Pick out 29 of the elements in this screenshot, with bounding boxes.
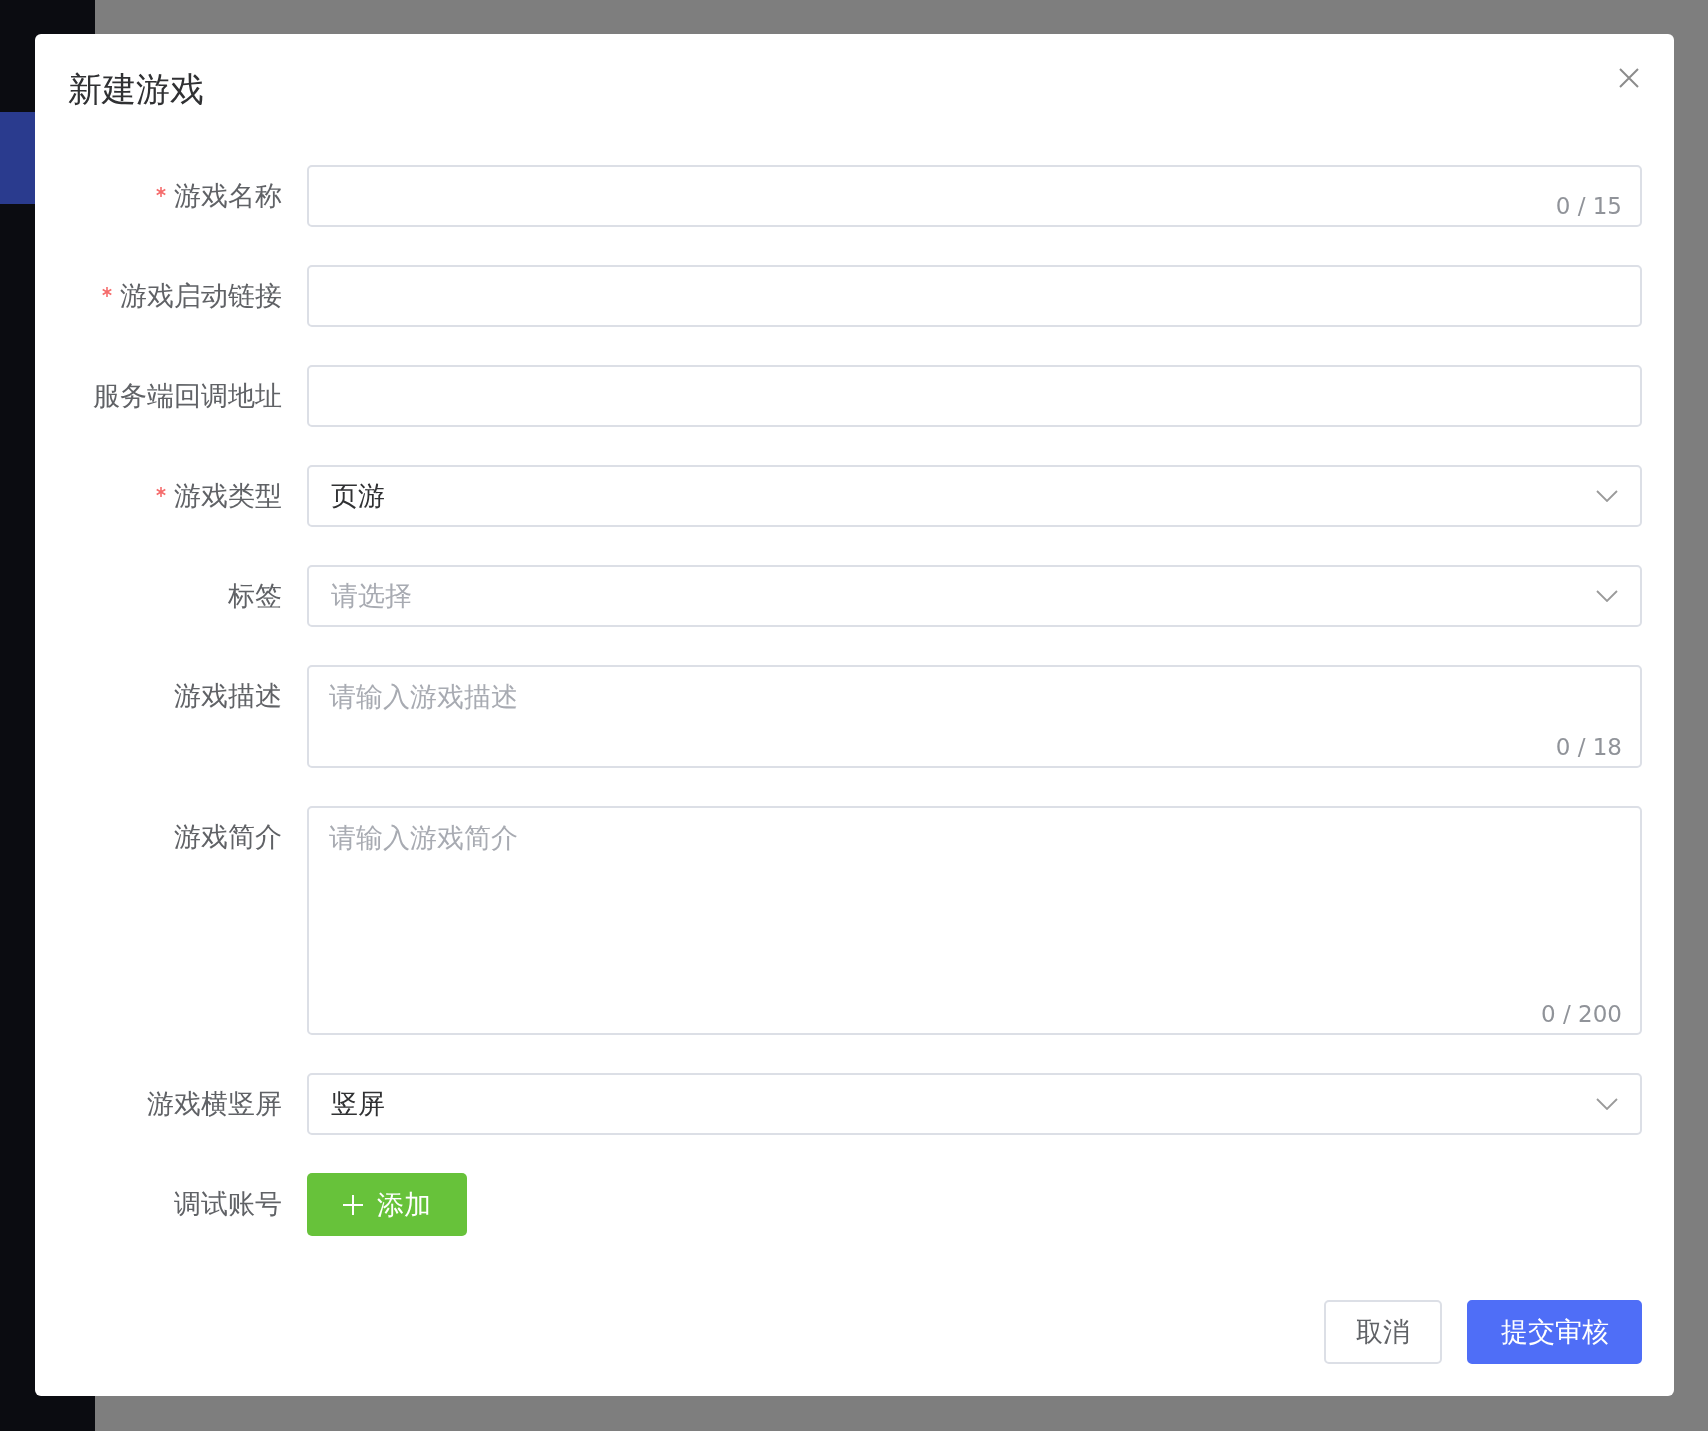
chevron-down-icon bbox=[1596, 1098, 1618, 1110]
textarea-field[interactable]: 请输入游戏简介 0 / 200 bbox=[307, 806, 1642, 1035]
field-label: 游戏名称 bbox=[174, 179, 282, 213]
field-label: 标签 bbox=[228, 579, 282, 613]
field-label: 游戏类型 bbox=[174, 479, 282, 513]
input-field[interactable] bbox=[307, 265, 1642, 327]
dialog-title: 新建游戏 bbox=[68, 68, 204, 111]
select-field[interactable]: 竖屏 bbox=[307, 1073, 1642, 1135]
field-label: 游戏启动链接 bbox=[120, 279, 282, 313]
field-label: 游戏描述 bbox=[174, 679, 282, 713]
textarea-field[interactable]: 请输入游戏描述 0 / 18 bbox=[307, 665, 1642, 768]
character-counter: 0 / 15 bbox=[1555, 193, 1622, 219]
plus-icon bbox=[343, 1194, 363, 1215]
select-field[interactable]: 请选择 bbox=[307, 565, 1642, 627]
character-counter: 0 / 200 bbox=[1541, 1001, 1622, 1027]
chevron-down-icon bbox=[1596, 490, 1618, 502]
field-label: 游戏简介 bbox=[174, 820, 282, 854]
field-label: 调试账号 bbox=[174, 1187, 282, 1221]
submit-button[interactable]: 提交审核 bbox=[1467, 1300, 1642, 1364]
cancel-button[interactable]: 取消 bbox=[1324, 1300, 1442, 1364]
character-counter: 0 / 18 bbox=[1555, 734, 1622, 760]
chevron-down-icon bbox=[1596, 590, 1618, 602]
close-icon[interactable] bbox=[1618, 67, 1640, 89]
field-label: 服务端回调地址 bbox=[93, 379, 282, 413]
add-button[interactable]: 添加 bbox=[307, 1173, 467, 1236]
input-field[interactable]: 0 / 15 bbox=[307, 165, 1642, 227]
input-field[interactable] bbox=[307, 365, 1642, 427]
field-label: 游戏横竖屏 bbox=[147, 1087, 282, 1121]
select-field[interactable]: 页游 bbox=[307, 465, 1642, 527]
